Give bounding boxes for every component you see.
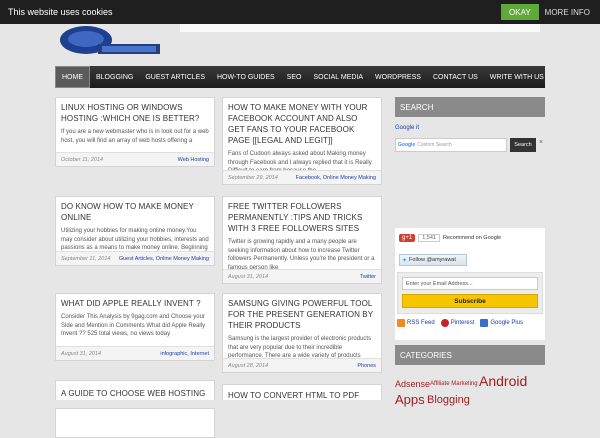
google-plus-label: Google Plus xyxy=(490,320,524,326)
subscribe-button[interactable]: Subscribe xyxy=(402,294,538,308)
tag-link[interactable]: Blogging xyxy=(427,394,470,406)
subscribe-form: Enter your Email Address... Subscribe xyxy=(397,272,543,314)
post-excerpt: Utilizing your hobbies for making online… xyxy=(61,228,209,251)
google-logo-text: Google xyxy=(398,142,416,148)
cookie-message: This website uses cookies xyxy=(8,7,113,17)
post-meta: August 31, 2014 Twitter xyxy=(223,269,381,283)
gplus-button[interactable]: g+1 xyxy=(399,234,416,242)
nav-item-contact-us[interactable]: CONTACT US xyxy=(427,66,484,88)
post-title[interactable]: A GUIDE TO CHOOSE WEB HOSTING COMPANY xyxy=(56,381,214,400)
search-input[interactable]: Google Custom Search xyxy=(395,138,507,152)
pinterest-label: Pinterest xyxy=(450,320,475,326)
post-title[interactable]: SAMSUNG GIVING POWERFUL TOOL FOR THE PRE… xyxy=(223,294,381,333)
google-it-link[interactable]: Google it xyxy=(395,125,419,131)
cookie-bar: This website uses cookies OKAY MORE INFO xyxy=(0,0,600,24)
post-categories[interactable]: Guest Articles, Online Money Making xyxy=(119,256,209,262)
google-plus-icon xyxy=(480,319,489,327)
search-button[interactable]: Search xyxy=(510,138,536,152)
nav-item-how-to-guides[interactable]: HOW-TO GUIDES xyxy=(211,66,281,88)
google-plus-link[interactable]: Google Plus xyxy=(480,319,523,327)
post-card xyxy=(55,408,215,438)
clear-search-icon[interactable]: × xyxy=(539,139,543,146)
gplus-count: 1,541 xyxy=(418,234,440,242)
sidebar-categories-heading: CATEGORIES xyxy=(395,345,545,365)
cookie-okay-button[interactable]: OKAY xyxy=(501,4,539,20)
tag-link[interactable]: Adsense xyxy=(395,379,430,389)
post-meta: August 28, 2014 Phones xyxy=(223,358,381,372)
nav-item-seo[interactable]: SEO xyxy=(281,66,308,88)
post-card: DO KNOW HOW TO MAKE MONEY ONLINE Utilizi… xyxy=(55,196,215,266)
nav-item-write-with-us[interactable]: WRITE WITH US xyxy=(484,66,550,88)
post-meta: August 31, 2014 infographic, Internet xyxy=(56,346,214,360)
post-date: August 28, 2014 xyxy=(228,362,269,369)
twitter-bird-icon: ✦ xyxy=(402,257,408,264)
sidebar-search-heading: SEARCH xyxy=(395,97,545,117)
rss-icon xyxy=(397,319,405,327)
post-title[interactable]: LINUX HOSTING OR WINDOWS HOSTING :WHICH … xyxy=(56,98,214,126)
post-card: SAMSUNG GIVING POWERFUL TOOL FOR THE PRE… xyxy=(222,293,382,373)
post-meta: September 11, 2014 Guest Articles, Onlin… xyxy=(56,251,214,265)
cookie-more-info-link[interactable]: MORE INFO xyxy=(545,8,590,17)
post-title[interactable]: DO KNOW HOW TO MAKE MONEY ONLINE xyxy=(56,197,214,225)
nav-item-blogging[interactable]: BLOGGING xyxy=(90,66,139,88)
post-card: LINUX HOSTING OR WINDOWS HOSTING :WHICH … xyxy=(55,97,215,167)
post-title[interactable]: HOW TO CONVERT HTML TO PDF USING C# xyxy=(223,385,381,400)
nav-item-wordpress[interactable]: WORDPRESS xyxy=(369,66,427,88)
post-date: August 31, 2014 xyxy=(228,273,269,280)
post-title[interactable]: HOW TO MAKE MONEY WITH YOUR FACEBOOK ACC… xyxy=(223,98,381,148)
nav-item-social-media[interactable]: SOCIAL MEDIA xyxy=(308,66,370,88)
post-date: September 11, 2014 xyxy=(61,255,111,262)
post-date: September 29, 2014 xyxy=(228,174,278,181)
social-links: RSS Feed Pinterest Google Plus xyxy=(397,319,523,327)
post-categories[interactable]: infographic, Internet xyxy=(160,351,209,357)
main-nav: HOME BLOGGING GUEST ARTICLES HOW-TO GUID… xyxy=(55,66,545,88)
post-title[interactable]: WHAT DID APPLE REALLY INVENT ? xyxy=(56,294,214,311)
post-categories[interactable]: Phones xyxy=(357,363,376,369)
sidebar-social-box: g+1 1,541 Recommend on Google ✦ Follow @… xyxy=(395,228,545,340)
post-card: FREE TWITTER FOLLOWERS PERMANENTLY :TIPS… xyxy=(222,196,382,284)
nav-item-guest-articles[interactable]: GUEST ARTICLES xyxy=(139,66,211,88)
rss-feed-link[interactable]: RSS Feed xyxy=(397,319,435,327)
pinterest-link[interactable]: Pinterest xyxy=(440,319,475,327)
sidebar-search-box: Google it Google Custom Search Search × xyxy=(395,121,545,161)
gplus-widget: g+1 1,541 Recommend on Google xyxy=(399,234,501,242)
follow-label: Follow @amyrawat xyxy=(409,257,456,263)
twitter-follow-button[interactable]: ✦ Follow @amyrawat xyxy=(399,254,467,266)
post-title[interactable]: FREE TWITTER FOLLOWERS PERMANENTLY :TIPS… xyxy=(223,197,381,236)
post-card-partial: HOW TO CONVERT HTML TO PDF USING C# xyxy=(222,384,382,400)
header-banner-strip xyxy=(180,24,540,32)
tag-link[interactable]: Affiliate Marketing xyxy=(430,381,478,387)
rss-label: RSS Feed xyxy=(407,320,435,326)
email-field[interactable]: Enter your Email Address... xyxy=(402,277,538,290)
post-categories[interactable]: Facebook, Online Money Making xyxy=(296,175,376,181)
post-card: WHAT DID APPLE REALLY INVENT ? Consider … xyxy=(55,293,215,361)
post-date: August 31, 2014 xyxy=(61,350,102,357)
post-date: October 11, 2014 xyxy=(61,156,104,163)
nav-item-home[interactable]: HOME xyxy=(55,66,90,88)
post-excerpt: Consider This Analysis by 9gag.com and C… xyxy=(61,314,206,337)
post-excerpt: If you are a new webmaster who is in loo… xyxy=(61,129,209,144)
post-meta: September 29, 2014 Facebook, Online Mone… xyxy=(223,170,381,184)
post-meta: October 11, 2014 Web Hosting xyxy=(56,152,214,166)
search-placeholder: Custom Search xyxy=(417,142,452,148)
pinterest-icon xyxy=(440,319,449,327)
post-excerpt: Twitter is growing rapidly and a many pe… xyxy=(228,239,375,271)
post-card-partial: A GUIDE TO CHOOSE WEB HOSTING COMPANY xyxy=(55,380,215,400)
tag-link[interactable]: Android xyxy=(479,373,527,389)
post-categories[interactable]: Web Hosting xyxy=(178,157,209,163)
post-categories[interactable]: Twitter xyxy=(360,274,376,280)
gplus-text: Recommend on Google xyxy=(442,235,502,241)
post-card: HOW TO MAKE MONEY WITH YOUR FACEBOOK ACC… xyxy=(222,97,382,185)
